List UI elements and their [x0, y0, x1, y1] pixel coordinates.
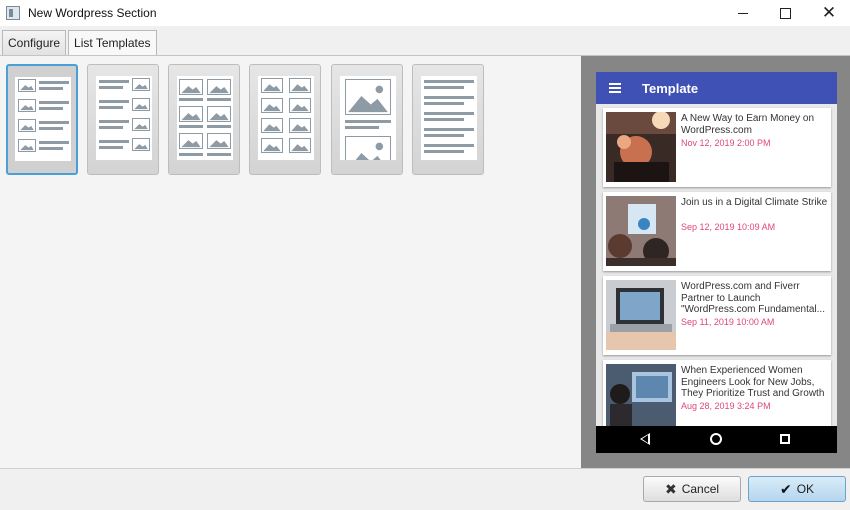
template-thumb-grid-two-columns-dense[interactable] [249, 64, 321, 175]
phone-preview: Template A New Way to Earn Money on Word… [596, 72, 837, 453]
maximize-icon [779, 7, 791, 19]
app-bar: Template [596, 72, 837, 104]
footer-divider [0, 468, 850, 469]
image-placeholder-icon [207, 79, 231, 95]
window-title: New Wordpress Section [28, 6, 157, 20]
image-placeholder-icon [289, 98, 311, 113]
post-title: When Experienced Women Engineers Look fo… [681, 365, 825, 399]
post-title: WordPress.com and Fiverr Partner to Laun… [681, 281, 825, 315]
template-preview-sheet [96, 76, 152, 160]
close-button[interactable]: ✕ [808, 0, 850, 26]
image-placeholder-icon [207, 106, 231, 122]
post-date: Nov 12, 2019 2:00 PM [681, 138, 771, 148]
image-placeholder-icon [261, 118, 283, 133]
post-thumbnail-laptop [606, 280, 676, 350]
post-date: Aug 28, 2019 3:24 PM [681, 401, 771, 411]
template-preview-sheet [421, 76, 477, 160]
maximize-button[interactable] [764, 0, 806, 26]
image-placeholder-icon [261, 98, 283, 113]
template-preview-sheet [340, 76, 396, 160]
image-placeholder-icon [261, 138, 283, 153]
post-date: Sep 11, 2019 10:00 AM [681, 317, 775, 327]
back-icon[interactable] [640, 433, 650, 445]
image-placeholder-icon [18, 119, 36, 132]
template-thumb-list-image-left[interactable] [6, 64, 78, 175]
post-date: Sep 12, 2019 10:09 AM [681, 222, 776, 232]
app-bar-title: Template [642, 80, 699, 96]
tab-bar: Configure List Templates [0, 30, 157, 55]
post-card[interactable]: A New Way to Earn Money on WordPress.com… [603, 108, 831, 187]
template-preview-sheet [258, 76, 314, 160]
image-placeholder-icon [345, 136, 391, 160]
app-icon [6, 6, 20, 20]
post-title: Join us in a Digital Climate Strike [681, 197, 828, 208]
image-placeholder-icon [289, 78, 311, 93]
image-placeholder-icon [18, 139, 36, 152]
template-gallery [0, 56, 581, 468]
template-thumb-grid-two-columns[interactable] [168, 64, 240, 175]
image-placeholder-icon [18, 99, 36, 112]
image-placeholder-icon [132, 98, 150, 111]
template-preview-sheet [177, 76, 233, 160]
post-thumbnail-engineer [606, 364, 676, 434]
image-placeholder-icon [18, 79, 36, 92]
image-placeholder-icon [132, 138, 150, 151]
cancel-button[interactable]: ✖ Cancel [643, 476, 741, 502]
ok-label: OK [796, 482, 815, 496]
post-thumbnail-climate-strike [606, 196, 676, 266]
template-thumb-list-image-right[interactable] [87, 64, 159, 175]
template-thumb-large-image-cards[interactable] [331, 64, 403, 175]
minimize-icon [738, 12, 748, 14]
title-bar: New Wordpress Section ✕ [0, 0, 850, 26]
cancel-icon: ✖ [664, 480, 677, 497]
post-thumbnail-concert [606, 112, 676, 182]
image-placeholder-icon [179, 79, 203, 95]
recent-apps-icon[interactable] [780, 434, 790, 444]
checkmark-icon: ✔ [779, 480, 792, 497]
image-placeholder-icon [207, 133, 231, 149]
home-icon[interactable] [710, 433, 722, 445]
image-placeholder-icon [179, 133, 203, 149]
post-card[interactable]: Join us in a Digital Climate Strike Sep … [603, 192, 831, 271]
image-placeholder-icon [132, 78, 150, 91]
template-preview-sheet [15, 77, 71, 161]
ok-button[interactable]: ✔ OK [748, 476, 846, 502]
image-placeholder-icon [289, 118, 311, 133]
post-title: A New Way to Earn Money on WordPress.com [681, 113, 815, 136]
hamburger-menu-icon[interactable] [609, 83, 621, 93]
image-placeholder-icon [132, 118, 150, 131]
image-placeholder-icon [345, 79, 391, 115]
image-placeholder-icon [261, 78, 283, 93]
tab-configure[interactable]: Configure [2, 30, 67, 55]
post-card[interactable]: WordPress.com and Fiverr Partner to Laun… [603, 276, 831, 355]
image-placeholder-icon [179, 106, 203, 122]
minimize-button[interactable] [722, 0, 764, 26]
tab-list-templates[interactable]: List Templates [68, 30, 157, 55]
cancel-label: Cancel [681, 482, 720, 496]
close-icon: ✕ [821, 3, 837, 22]
template-thumb-text-only-list[interactable] [412, 64, 484, 175]
android-nav-bar [596, 426, 837, 453]
template-preview-panel: Template A New Way to Earn Money on Word… [581, 56, 850, 468]
image-placeholder-icon [289, 138, 311, 153]
